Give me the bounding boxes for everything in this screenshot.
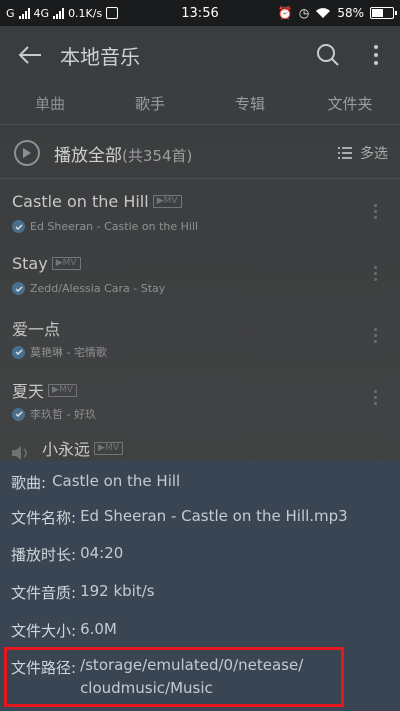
tab-bar: 单曲 歌手 专辑 文件夹 <box>0 84 400 124</box>
list-item[interactable]: 爱一点 莫艳琳 - 宅情歌 <box>0 310 400 372</box>
info-song-value: Castle on the Hill <box>52 472 181 490</box>
info-filename-key: 文件名称: <box>11 509 77 527</box>
song-subtitle: 李玖哲 - 好玖 <box>12 406 96 422</box>
song-title: 小永远 ▶MV <box>42 436 123 460</box>
play-all-text: 播放全部 <box>54 145 122 166</box>
page-title: 本地音乐 <box>60 44 140 69</box>
song-subtitle: Zedd/Alessia Cara - Stay <box>12 282 165 295</box>
info-filename-value: Ed Sheeran - Castle on the Hill.mp3 <box>80 507 348 525</box>
multi-select-label: 多选 <box>360 146 388 162</box>
song-title-text: 夏天 <box>12 382 45 401</box>
wifi-icon <box>316 8 331 18</box>
back-button[interactable] <box>0 26 60 84</box>
play-all-label: 播放全部(共354首) <box>54 141 192 166</box>
list-divider <box>0 178 400 179</box>
net-speed: 0.1K/s <box>68 6 103 20</box>
info-song-row: 歌曲: Castle on the Hill <box>11 472 180 493</box>
mv-text: MV <box>163 196 178 206</box>
info-song-key: 歌曲: <box>11 474 47 492</box>
song-title-text: Stay <box>12 254 48 273</box>
mv-text: MV <box>62 258 77 268</box>
mv-badge[interactable]: ▶MV <box>51 257 81 270</box>
song-artist: Zedd/Alessia Cara - Stay <box>30 282 166 295</box>
screen: G 4G 0.1K/s 13:56 ⏰ ◷ 58% 本地音乐 单曲 歌手 专辑 … <box>0 0 400 711</box>
song-artist: 莫艳琳 - 宅情歌 <box>30 346 107 359</box>
status-bar: G 4G 0.1K/s 13:56 ⏰ ◷ 58% <box>0 0 400 26</box>
speaker-icon <box>12 446 27 460</box>
song-more-icon[interactable] <box>374 390 378 405</box>
song-subtitle: Ed Sheeran - Castle on the Hill <box>12 220 198 233</box>
downloaded-check-icon <box>12 345 25 359</box>
battery-icon <box>370 7 397 19</box>
status-left: G 4G 0.1K/s <box>6 6 119 20</box>
song-more-icon[interactable] <box>374 328 378 343</box>
search-button[interactable] <box>304 26 352 84</box>
tab-divider <box>0 124 400 125</box>
tab-artists[interactable]: 歌手 <box>100 84 200 124</box>
tab-albums[interactable]: 专辑 <box>200 84 300 124</box>
info-size-key: 文件大小: <box>11 622 77 640</box>
signal-icon-2 <box>53 7 65 19</box>
downloaded-check-icon <box>12 220 25 233</box>
info-duration-value: 04:20 <box>80 544 124 562</box>
list-item[interactable]: Stay ▶MV Zedd/Alessia Cara - Stay <box>0 248 400 310</box>
alarm-icon: ⏰ <box>277 6 293 20</box>
app-header: 本地音乐 <box>0 26 400 84</box>
info-quality-value: 192 kbit/s <box>80 582 155 600</box>
song-title: 爱一点 <box>12 316 60 340</box>
mv-text: MV <box>104 442 119 453</box>
signal-icon <box>18 7 30 19</box>
tab-folders[interactable]: 文件夹 <box>300 84 400 124</box>
song-count: (共354首) <box>122 146 193 165</box>
song-subtitle: 莫艳琳 - 宅情歌 <box>12 344 107 360</box>
back-arrow-icon <box>18 46 41 64</box>
mv-badge[interactable]: ▶MV <box>152 195 182 208</box>
info-duration-row: 播放时长: 04:20 <box>11 544 123 565</box>
header-actions <box>304 26 400 84</box>
downloaded-check-icon <box>12 407 25 421</box>
more-vertical-icon <box>374 45 378 65</box>
multi-select-button[interactable]: 多选 <box>338 143 388 163</box>
song-title-text: 小永远 <box>42 440 91 459</box>
status-right: ⏰ ◷ 58% <box>277 6 397 20</box>
mv-text: MV <box>58 384 73 395</box>
path-highlight-box <box>4 647 344 707</box>
song-title-text: Castle on the Hill <box>12 192 149 211</box>
clock-icon: ◷ <box>298 6 310 20</box>
info-quality-key: 文件音质: <box>11 584 77 602</box>
song-more-icon[interactable] <box>374 204 378 219</box>
search-icon <box>317 44 339 66</box>
tab-songs[interactable]: 单曲 <box>0 84 100 124</box>
info-filename-row: 文件名称: Ed Sheeran - Castle on the Hill.mp… <box>11 507 348 528</box>
mv-badge[interactable]: ▶MV <box>48 383 77 397</box>
list-item[interactable]: Castle on the Hill ▶MV Ed Sheeran - Castl… <box>0 186 400 248</box>
info-size-row: 文件大小: 6.0M <box>11 620 117 641</box>
song-title: 夏天 ▶MV <box>12 378 77 402</box>
more-button[interactable] <box>352 26 400 84</box>
play-all-row[interactable]: 播放全部(共354首) 多选 <box>0 130 400 176</box>
carrier2-label: 4G <box>33 6 50 20</box>
mv-badge[interactable]: ▶MV <box>94 441 123 455</box>
battery-percent: 58% <box>337 6 364 20</box>
song-more-icon[interactable] <box>374 266 378 281</box>
list-item[interactable]: 夏天 ▶MV 李玖哲 - 好玖 <box>0 372 400 434</box>
sim-icon <box>106 7 119 19</box>
info-size-value: 6.0M <box>80 620 117 638</box>
downloaded-check-icon <box>12 282 25 295</box>
song-title: Stay ▶MV <box>12 254 81 273</box>
info-duration-key: 播放时长: <box>11 546 77 564</box>
song-artist: 李玖哲 - 好玖 <box>30 408 96 421</box>
list-icon <box>338 147 352 159</box>
song-title: Castle on the Hill ▶MV <box>12 192 182 211</box>
info-quality-row: 文件音质: 192 kbit/s <box>11 582 155 603</box>
file-info-sheet: 歌曲: Castle on the Hill 文件名称: Ed Sheeran … <box>0 461 400 711</box>
song-title-text: 爱一点 <box>12 320 61 339</box>
carrier1-label: G <box>6 6 15 20</box>
play-all-icon <box>14 140 40 166</box>
battery-fill <box>372 9 383 17</box>
song-artist: Ed Sheeran - Castle on the Hill <box>30 220 199 233</box>
